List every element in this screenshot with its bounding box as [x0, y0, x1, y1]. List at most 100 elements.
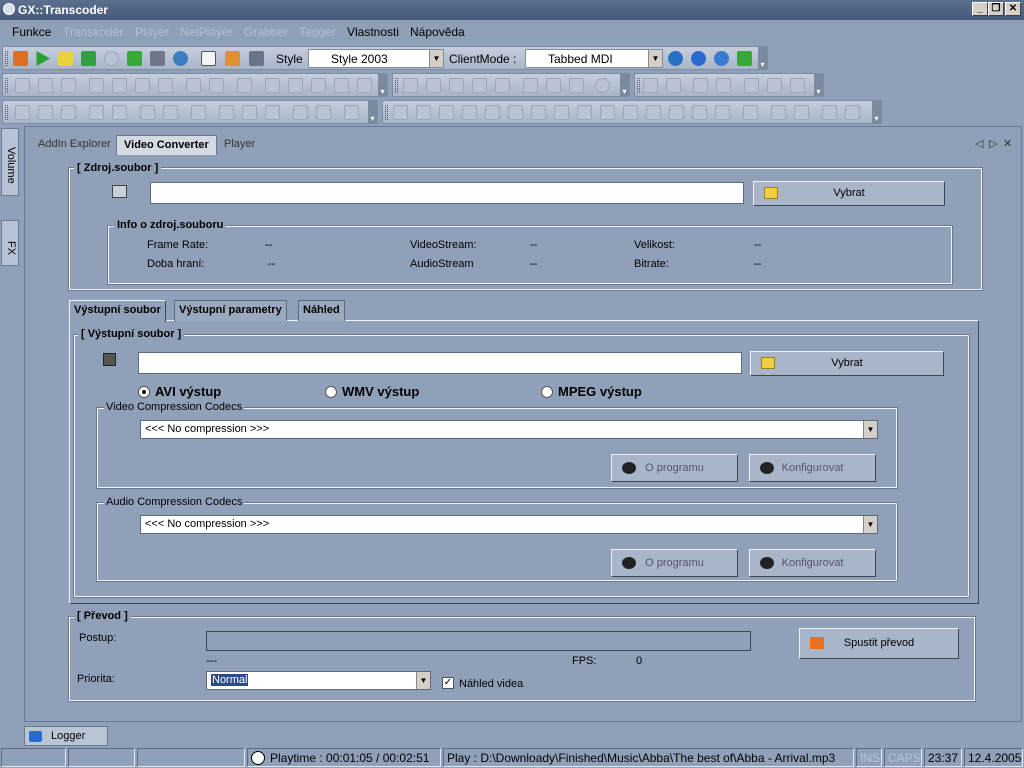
grid-icon[interactable] [743, 105, 758, 120]
next-icon[interactable] [311, 78, 326, 93]
tab-output-file[interactable]: Výstupní soubor [69, 300, 166, 322]
radio-avi[interactable] [138, 386, 150, 398]
toolbar-overflow-icon[interactable]: ▾ [814, 74, 823, 96]
play-icon[interactable] [523, 78, 538, 93]
arrow-up-icon[interactable] [316, 105, 331, 120]
new-icon[interactable] [15, 78, 30, 93]
window-icon[interactable] [771, 105, 786, 120]
video-codec-select[interactable]: <<< No compression >>> ▼ [140, 420, 878, 439]
sort-icon[interactable] [89, 105, 104, 120]
radio-wmv-label[interactable]: WMV výstup [342, 384, 419, 399]
stop-icon[interactable] [357, 78, 372, 93]
logger-tab[interactable]: Logger [24, 726, 108, 746]
globe-icon[interactable] [173, 51, 188, 66]
toolbar-grip[interactable] [5, 105, 8, 120]
video-configure-button[interactable]: Konfigurovat [749, 454, 876, 482]
next-icon[interactable] [669, 105, 684, 120]
side-tab-volume[interactable]: Volume [1, 128, 19, 196]
add-icon[interactable] [393, 105, 408, 120]
chevron-down-icon[interactable]: ▼ [429, 50, 443, 67]
chevron-down-icon[interactable]: ▼ [648, 50, 662, 67]
arrow-down-icon[interactable] [293, 105, 308, 120]
menu-vlastnosti[interactable]: Vlastnosti [347, 25, 399, 39]
output-browse-button[interactable]: Vybrat [750, 351, 944, 376]
tab-next-icon[interactable]: ▷ [989, 137, 997, 150]
add-icon[interactable] [89, 78, 104, 93]
video-about-button[interactable]: O programu [611, 454, 738, 482]
export-icon[interactable] [845, 105, 860, 120]
save-icon[interactable] [716, 78, 731, 93]
radio-mpeg[interactable] [541, 386, 553, 398]
window-icon[interactable] [794, 105, 809, 120]
stop-icon[interactable] [209, 78, 224, 93]
save-icon[interactable] [237, 78, 252, 93]
toolbar-grip[interactable] [385, 105, 388, 120]
select-all-icon[interactable] [163, 105, 178, 120]
toolbar-grip[interactable] [5, 51, 8, 66]
sort-desc-icon[interactable] [112, 105, 127, 120]
output-path-input[interactable] [138, 352, 742, 374]
document-icon[interactable] [58, 51, 73, 66]
restore-button[interactable]: ❐ [988, 2, 1004, 16]
save-icon[interactable] [249, 51, 264, 66]
tab-close-icon[interactable]: ✕ [1003, 137, 1012, 150]
close-button[interactable]: ✕ [1005, 2, 1021, 16]
arrow-icon[interactable] [127, 51, 142, 66]
toolbar-grip[interactable] [5, 78, 8, 93]
minimize-button[interactable]: _ [972, 2, 988, 16]
refresh-icon[interactable] [693, 78, 708, 93]
remove-icon[interactable] [112, 78, 127, 93]
stop-icon[interactable] [569, 78, 584, 93]
stop-icon[interactable] [554, 105, 569, 120]
delete-icon[interactable] [191, 105, 206, 120]
menu-transkoder[interactable]: Transkodér [63, 25, 123, 39]
menu-grabber[interactable]: Grabber [244, 25, 288, 39]
select-all-icon[interactable] [790, 78, 805, 93]
play-icon[interactable] [643, 78, 658, 93]
toolbar-overflow-icon[interactable]: ▾ [378, 74, 387, 96]
move-icon[interactable] [822, 105, 837, 120]
priority-select[interactable]: Normal ▼ [206, 671, 431, 690]
document-icon[interactable] [439, 105, 454, 120]
open-icon[interactable] [426, 78, 441, 93]
audio-codec-select[interactable]: <<< No compression >>> ▼ [140, 515, 878, 534]
toolbar-overflow-icon[interactable]: ▾ [872, 101, 881, 123]
shield-icon[interactable] [225, 51, 240, 66]
edit-icon[interactable] [495, 78, 510, 93]
audio-configure-button[interactable]: Konfigurovat [749, 549, 876, 577]
side-tab-fx[interactable]: FX [1, 220, 19, 266]
radio-mpeg-label[interactable]: MPEG výstup [558, 384, 642, 399]
menu-tagger[interactable]: Tagger [299, 25, 336, 39]
save-icon[interactable] [403, 78, 418, 93]
preview-checkbox-label[interactable]: Náhled videa [459, 678, 523, 690]
tab-preview[interactable]: Náhled [298, 300, 345, 321]
edit-icon[interactable] [462, 105, 477, 120]
copy-icon[interactable] [158, 78, 173, 93]
stop-icon[interactable] [546, 78, 561, 93]
toolbar-grip[interactable] [395, 78, 398, 93]
radio-wmv[interactable] [325, 386, 337, 398]
stop-icon[interactable] [531, 105, 546, 120]
copy-icon[interactable] [219, 105, 234, 120]
save-icon[interactable] [344, 105, 359, 120]
tab-prev-icon[interactable]: ◁ [975, 137, 983, 150]
play-icon[interactable] [265, 78, 280, 93]
paste-icon[interactable] [508, 105, 523, 120]
clientmode-select[interactable]: Tabbed MDI ▼ [525, 49, 663, 68]
start-conversion-button[interactable]: Spustit převod [799, 628, 959, 659]
info-icon[interactable] [691, 51, 706, 66]
app-icon[interactable] [3, 3, 15, 15]
transcoder-icon[interactable] [13, 51, 28, 66]
previous-icon[interactable] [288, 78, 303, 93]
menu-netplayer[interactable]: NetPlayer [180, 25, 233, 39]
checklist-icon[interactable] [201, 51, 216, 66]
export-icon[interactable] [81, 51, 96, 66]
chevron-down-icon[interactable]: ▼ [863, 421, 877, 438]
audio-about-button[interactable]: O programu [611, 549, 738, 577]
edit-icon[interactable] [61, 105, 76, 120]
edit-icon[interactable] [744, 78, 759, 93]
chevron-down-icon[interactable]: ▼ [416, 672, 430, 689]
remove-icon[interactable] [416, 105, 431, 120]
help-icon[interactable] [714, 51, 729, 66]
radio-avi-label[interactable]: AVI výstup [155, 384, 221, 399]
